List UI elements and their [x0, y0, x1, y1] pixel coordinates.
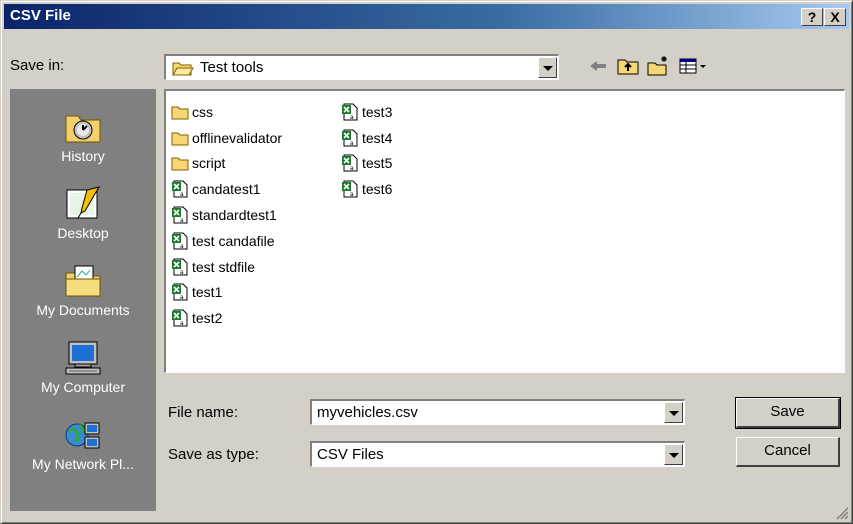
file-name-input[interactable]: myvehicles.csv — [317, 404, 418, 421]
csv-file-icon: a — [172, 283, 188, 301]
file-name-text: test1 — [192, 284, 223, 301]
title-bar[interactable]: CSV File ? X — [4, 4, 849, 29]
file-name-text: test2 — [192, 310, 223, 327]
save-as-type-value: CSV Files — [317, 446, 384, 463]
svg-text:a: a — [180, 217, 184, 224]
save-in-dropdown-button[interactable] — [538, 57, 557, 78]
file-name-combo[interactable]: myvehicles.csv — [310, 399, 685, 425]
svg-text:a: a — [180, 294, 184, 301]
folder-icon — [171, 132, 189, 146]
back-arrow-icon[interactable] — [586, 54, 610, 78]
places-history[interactable]: History — [10, 109, 156, 164]
file-name-text: test4 — [362, 129, 393, 146]
up-folder-icon[interactable] — [616, 54, 640, 78]
places-my-network-places-label: My Network Pl... — [32, 456, 134, 472]
file-list-item[interactable]: a test4 — [341, 125, 392, 151]
save-as-type-label: Save as type: — [168, 446, 259, 463]
save-in-value: Test tools — [200, 59, 264, 76]
file-list-column-1: css offlinevalidator script a candatest1 a sta… — [171, 99, 282, 331]
file-list-item[interactable]: a candatest1 — [171, 176, 282, 202]
svg-text:a: a — [350, 165, 354, 172]
csv-file-icon: a — [172, 258, 188, 276]
places-my-computer[interactable]: My Computer — [10, 340, 156, 395]
file-list-item[interactable]: a test2 — [171, 305, 282, 331]
history-icon — [65, 115, 101, 143]
csv-file-icon: a — [172, 180, 188, 198]
close-button[interactable]: X — [824, 8, 846, 26]
svg-text:a: a — [180, 243, 184, 250]
new-folder-icon[interactable] — [646, 54, 670, 78]
resize-grip-icon[interactable] — [835, 506, 849, 520]
file-list-item[interactable]: a test5 — [341, 151, 392, 177]
csv-file-icon: a — [342, 129, 358, 147]
file-name-text: test6 — [362, 181, 393, 198]
file-name-dropdown-button[interactable] — [664, 402, 683, 423]
desktop-icon — [66, 186, 101, 219]
window-title: CSV File — [10, 7, 71, 24]
svg-text:a: a — [180, 191, 184, 198]
csv-file-icon: a — [172, 206, 188, 224]
csv-file-icon: a — [342, 154, 358, 172]
save-in-label: Save in: — [10, 57, 65, 74]
view-menu-icon[interactable] — [678, 54, 712, 78]
places-my-computer-label: My Computer — [40, 379, 126, 395]
svg-text:a: a — [350, 114, 354, 121]
file-list-item[interactable]: a test3 — [341, 99, 392, 125]
svg-text:a: a — [180, 269, 184, 276]
places-desktop-label: Desktop — [57, 225, 109, 241]
csv-file-icon: a — [172, 309, 188, 327]
places-my-network-places[interactable]: My Network Pl... — [10, 417, 156, 472]
file-list-column-2: a test3 a test4 a test5 a test6 — [341, 99, 392, 202]
file-name-text: test3 — [362, 103, 393, 120]
svg-text:a: a — [180, 320, 184, 327]
file-list-item[interactable]: offlinevalidator — [171, 125, 282, 151]
file-list-item[interactable]: css — [171, 99, 282, 125]
svg-text:a: a — [350, 140, 354, 147]
save-in-combo[interactable]: Test tools — [164, 54, 559, 80]
my-documents-icon — [65, 265, 101, 297]
file-list-item[interactable]: a test stdfile — [171, 254, 282, 280]
file-name-text: standardtest1 — [192, 207, 277, 224]
csv-file-icon: a — [342, 180, 358, 198]
file-list-item[interactable]: script — [171, 151, 282, 177]
places-desktop[interactable]: Desktop — [10, 186, 156, 241]
file-name-text: script — [192, 155, 226, 172]
csv-file-icon: a — [342, 103, 358, 121]
file-list-item[interactable]: a test6 — [341, 176, 392, 202]
places-bar: History Desktop My Documents My Computer… — [10, 89, 156, 511]
file-list-item[interactable]: a standardtest1 — [171, 202, 282, 228]
csv-file-icon: a — [172, 232, 188, 250]
csv-file-dialog: CSV File ? X Save in: Test tools History… — [0, 0, 853, 524]
file-name-text: test candafile — [192, 232, 275, 249]
open-folder-icon — [172, 62, 194, 76]
places-my-documents-label: My Documents — [36, 302, 130, 318]
file-name-text: candatest1 — [192, 181, 261, 198]
help-button[interactable]: ? — [801, 8, 823, 26]
file-name-label: File name: — [168, 404, 239, 421]
file-name-text: test5 — [362, 155, 393, 172]
file-name-text: test stdfile — [192, 258, 256, 275]
save-as-type-combo[interactable]: CSV Files — [310, 441, 685, 467]
file-list[interactable]: css offlinevalidator script a candatest1 a sta… — [164, 89, 845, 373]
my-computer-icon — [65, 341, 101, 375]
folder-icon — [171, 157, 189, 171]
save-button[interactable]: Save — [735, 397, 841, 429]
file-name-text: offlinevalidator — [192, 129, 283, 146]
cancel-button[interactable]: Cancel — [736, 437, 840, 467]
file-list-item[interactable]: a test candafile — [171, 228, 282, 254]
places-my-documents[interactable]: My Documents — [10, 263, 156, 318]
file-name-text: css — [192, 103, 213, 120]
save-as-type-dropdown-button[interactable] — [664, 444, 683, 465]
my-network-places-icon — [65, 422, 100, 449]
places-history-label: History — [61, 148, 105, 164]
svg-text:a: a — [350, 191, 354, 198]
folder-icon — [171, 106, 189, 120]
file-list-item[interactable]: a test1 — [171, 280, 282, 306]
